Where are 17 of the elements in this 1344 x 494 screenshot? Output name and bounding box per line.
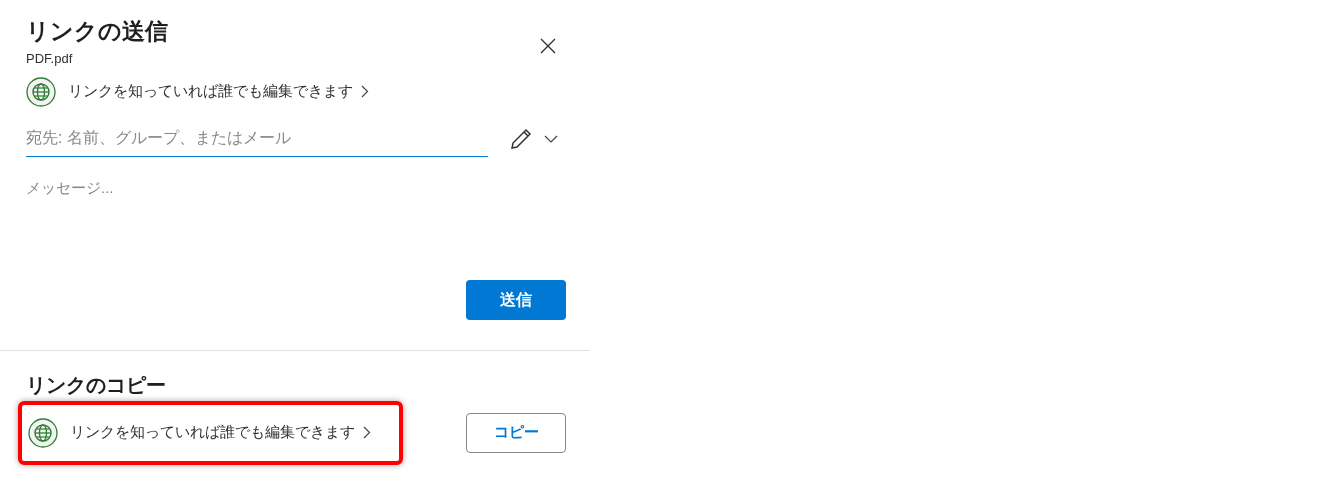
permission-edit-button[interactable] xyxy=(510,127,558,150)
globe-icon xyxy=(26,76,56,107)
pencil-icon xyxy=(510,127,532,150)
permission-link[interactable]: リンクを知っていれば誰でも編集できます xyxy=(70,421,371,444)
permission-link[interactable]: リンクを知っていれば誰でも編集できます xyxy=(68,80,369,103)
chevron-right-icon xyxy=(363,426,371,439)
chevron-down-icon xyxy=(544,134,558,143)
message-field[interactable]: メッセージ... xyxy=(26,176,566,265)
file-name: PDF.pdf xyxy=(26,50,74,68)
dialog-title: リンクの送信 xyxy=(26,17,168,46)
globe-icon xyxy=(28,417,58,448)
copy-button[interactable]: コピー xyxy=(466,412,566,453)
chevron-right-icon xyxy=(361,85,369,98)
section-title: リンクのコピー xyxy=(26,372,167,398)
close-icon xyxy=(540,38,556,54)
recipient-field[interactable]: 宛先: 名前、グループ、またはメール xyxy=(26,120,488,157)
send-button[interactable]: 送信 xyxy=(466,279,566,320)
